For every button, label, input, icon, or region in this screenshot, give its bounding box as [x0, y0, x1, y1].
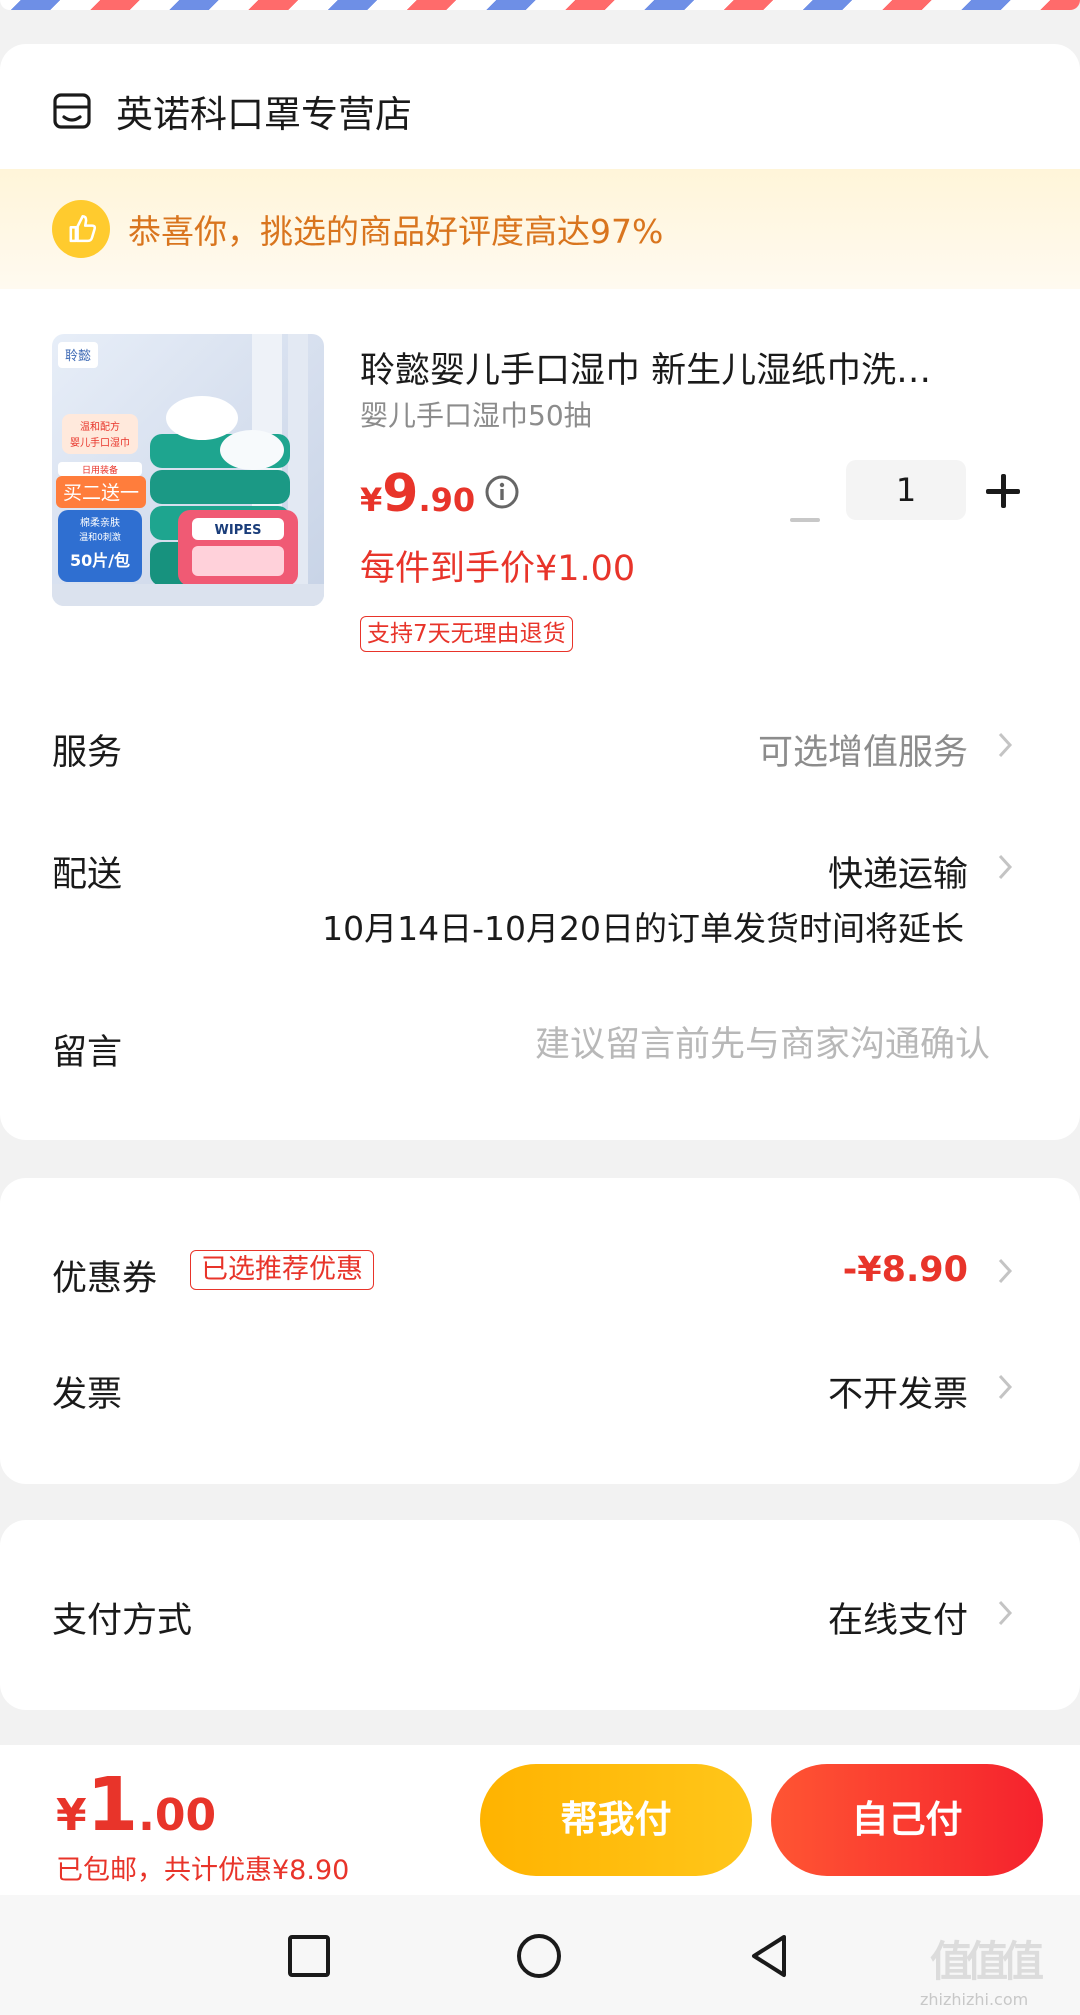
watermark-logo: 值值值 [930, 1937, 1044, 1986]
payment-method-label: 支付方式 [52, 1601, 193, 1641]
chevron-right-icon[interactable] [994, 1256, 1016, 1286]
unit-price: 每件到手价¥1.00 [360, 549, 636, 589]
product-image[interactable]: 聆懿 温和配方 婴儿手口湿巾 日用装备 买二送一 棉柔亲肤 温和0刺激 50片/… [52, 334, 324, 606]
svg-text:婴儿手口湿巾: 婴儿手口湿巾 [70, 436, 130, 449]
memo-label: 留言 [52, 1033, 123, 1073]
invoice-label: 发票 [52, 1375, 123, 1415]
watermark-url: zhizhizhi.com [920, 1990, 1029, 2009]
svg-text:WIPES: WIPES [215, 523, 262, 538]
service-value[interactable]: 可选增值服务 [758, 724, 968, 775]
quantity-decrease-button[interactable] [790, 518, 820, 522]
info-icon[interactable] [484, 474, 520, 510]
price-symbol: ¥ [360, 481, 383, 519]
recent-apps-icon[interactable] [286, 1933, 332, 1979]
product-illustration: 聆懿 温和配方 婴儿手口湿巾 日用装备 买二送一 棉柔亲肤 温和0刺激 50片/… [52, 334, 324, 606]
price-integer: 9 [382, 464, 419, 524]
svg-text:温和0刺激: 温和0刺激 [79, 531, 121, 543]
delivery-value[interactable]: 快递运输 [828, 846, 968, 897]
total-price: ¥ 1 .00 [56, 1762, 216, 1848]
shop-header[interactable]: 英诺科口罩专营店 [52, 84, 412, 138]
image-promo: 买二送一 [63, 482, 139, 504]
shop-card: 英诺科口罩专营店 恭喜你，挑选的商品好评度高达97% 聆懿 温和配方 婴儿手口湿… [0, 44, 1080, 1140]
airmail-border [0, 0, 1080, 10]
chevron-right-icon[interactable] [994, 1598, 1016, 1628]
delivery-label: 配送 [52, 855, 123, 895]
shop-name: 英诺科口罩专营店 [116, 93, 412, 136]
quantity-input[interactable] [846, 460, 966, 520]
store-icon [53, 93, 91, 129]
svg-text:日用装备: 日用装备 [82, 464, 118, 476]
thumbs-up-icon [52, 200, 110, 258]
discount-card: 优惠券 已选推荐优惠 -¥8.90 发票 不开发票 [0, 1178, 1080, 1484]
memo-input[interactable] [430, 1020, 990, 1070]
delivery-notice: 10月14日-10月20日的订单发货时间将延长 [322, 909, 964, 948]
back-icon[interactable] [746, 1933, 792, 1979]
total-discount-note: 已包邮，共计优惠¥8.90 [56, 1855, 350, 1886]
coupon-selected-badge: 已选推荐优惠 [190, 1250, 374, 1290]
payment-card: 支付方式 在线支付 [0, 1520, 1080, 1710]
payment-method-value[interactable]: 在线支付 [828, 1592, 968, 1643]
coupon-label: 优惠券 [52, 1259, 158, 1299]
home-icon[interactable] [516, 1933, 562, 1979]
chevron-right-icon[interactable] [994, 1372, 1016, 1402]
price-decimal: .90 [418, 481, 476, 519]
svg-text:50片/包: 50片/包 [70, 551, 130, 570]
total-symbol: ¥ [56, 1790, 87, 1841]
product-spec[interactable]: 婴儿手口湿巾50抽 [360, 394, 592, 434]
self-pay-button[interactable]: 自己付 [771, 1764, 1043, 1876]
help-pay-button[interactable]: 帮我付 [480, 1764, 752, 1876]
praise-banner: 恭喜你，挑选的商品好评度高达97% [0, 169, 1080, 289]
total-integer: 1 [86, 1762, 139, 1848]
chevron-right-icon[interactable] [994, 852, 1016, 882]
service-label: 服务 [52, 733, 123, 773]
total-decimal: .00 [138, 1790, 217, 1841]
svg-text:温和配方: 温和配方 [80, 420, 120, 433]
coupon-value[interactable]: -¥8.90 [843, 1250, 968, 1290]
product-title[interactable]: 聆懿婴儿手口湿巾 新生儿湿纸巾洗… [360, 342, 1000, 393]
quantity-increase-button[interactable] [986, 474, 1020, 508]
image-brand: 聆懿 [65, 349, 91, 364]
chevron-right-icon[interactable] [994, 730, 1016, 760]
praise-text: 恭喜你，挑选的商品好评度高达97% [128, 212, 664, 251]
invoice-value[interactable]: 不开发票 [828, 1366, 968, 1417]
svg-text:棉柔亲肤: 棉柔亲肤 [80, 516, 120, 529]
product-price: ¥ 9 .90 [360, 464, 475, 524]
return-policy-badge: 支持7天无理由退货 [360, 616, 573, 652]
